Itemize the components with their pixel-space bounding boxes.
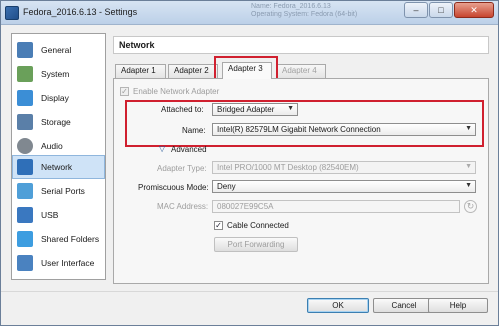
attached-to-select[interactable]: Bridged Adapter ▼ xyxy=(212,103,298,116)
display-icon xyxy=(17,90,33,106)
refresh-mac-icon[interactable]: ↻ xyxy=(464,200,477,213)
promiscuous-mode-select[interactable]: Deny ▼ xyxy=(212,180,476,193)
virtualbox-icon xyxy=(5,6,19,20)
background-info-line: Operating System: Fedora (64-bit) xyxy=(251,11,358,18)
sidebar-item-network[interactable]: Network xyxy=(12,155,105,179)
sidebar-item-serial-ports[interactable]: Serial Ports xyxy=(13,179,104,203)
sidebar-item-label: USB xyxy=(41,210,59,220)
background-window-info: Name: Fedora_2016.6.13 Operating System:… xyxy=(251,3,357,19)
sidebar-item-shared-folders[interactable]: Shared Folders xyxy=(13,227,104,251)
enable-adapter-checkbox[interactable]: ✓ xyxy=(120,87,129,96)
footer-divider xyxy=(1,291,498,292)
promiscuous-mode-label: Promiscuous Mode: xyxy=(138,183,209,192)
tab-adapter-2[interactable]: Adapter 2 xyxy=(168,64,218,78)
system-icon xyxy=(17,66,33,82)
attached-to-label: Attached to: xyxy=(161,105,204,114)
sidebar-item-general[interactable]: General xyxy=(13,38,104,62)
cancel-button[interactable]: Cancel xyxy=(373,298,435,313)
sidebar-item-usb[interactable]: USB xyxy=(13,203,104,227)
adapter-name-select[interactable]: Intel(R) 82579LM Gigabit Network Connect… xyxy=(212,123,476,136)
close-button[interactable]: ✕ xyxy=(454,2,494,18)
chevron-down-icon: ▼ xyxy=(465,182,472,189)
storage-icon xyxy=(17,114,33,130)
tab-adapter-3[interactable]: Adapter 3 xyxy=(222,62,272,79)
name-label: Name: xyxy=(182,126,206,135)
help-button[interactable]: Help xyxy=(428,298,488,313)
tab-adapter-1[interactable]: Adapter 1 xyxy=(115,64,166,78)
shared-folders-icon xyxy=(17,231,33,247)
sidebar-item-label: Shared Folders xyxy=(41,234,100,244)
settings-sidebar: General System Display Storage Audio Net… xyxy=(11,33,106,280)
promiscuous-mode-value: Deny xyxy=(217,182,236,191)
sidebar-item-user-interface[interactable]: User Interface xyxy=(13,251,104,275)
settings-window: Fedora_2016.6.13 - Settings Name: Fedora… xyxy=(0,0,499,326)
general-icon xyxy=(17,42,33,58)
sidebar-item-label: Display xyxy=(41,93,69,103)
sidebar-item-label: Storage xyxy=(41,117,71,127)
port-forwarding-button[interactable]: Port Forwarding xyxy=(214,237,298,252)
audio-icon xyxy=(17,138,33,154)
cable-connected-label: Cable Connected xyxy=(227,221,289,230)
cable-connected-checkbox[interactable]: ✓ xyxy=(214,221,223,230)
user-interface-icon xyxy=(17,255,33,271)
adapter-name-value: Intel(R) 82579LM Gigabit Network Connect… xyxy=(217,125,381,134)
chevron-down-icon: ▼ xyxy=(287,105,294,112)
chevron-down-icon: ▼ xyxy=(465,125,472,132)
tab-adapter-4[interactable]: Adapter 4 xyxy=(276,64,326,78)
window-controls: – □ ✕ xyxy=(404,2,494,18)
usb-icon xyxy=(17,207,33,223)
maximize-button[interactable]: □ xyxy=(429,2,453,18)
window-title: Fedora_2016.6.13 - Settings xyxy=(23,7,138,17)
sidebar-item-label: Network xyxy=(41,162,73,172)
chevron-down-icon: ▼ xyxy=(465,163,472,170)
mac-address-label: MAC Address: xyxy=(157,202,209,211)
sidebar-item-system[interactable]: System xyxy=(13,62,104,86)
adapter-type-select[interactable]: Intel PRO/1000 MT Desktop (82540EM) ▼ xyxy=(212,161,476,174)
adapter-type-value: Intel PRO/1000 MT Desktop (82540EM) xyxy=(217,163,359,172)
minimize-button[interactable]: – xyxy=(404,2,428,18)
page-title: Network xyxy=(113,36,489,54)
sidebar-item-display[interactable]: Display xyxy=(13,86,104,110)
advanced-chevron-icon[interactable]: ▽ xyxy=(159,144,165,153)
ok-button[interactable]: OK xyxy=(307,298,369,313)
sidebar-item-storage[interactable]: Storage xyxy=(13,110,104,134)
network-icon xyxy=(17,159,33,175)
adapter-type-label: Adapter Type: xyxy=(157,164,207,173)
background-info-line: Name: Fedora_2016.6.13 xyxy=(251,3,331,10)
sidebar-item-label: Audio xyxy=(41,141,63,151)
enable-adapter-label: Enable Network Adapter xyxy=(133,87,220,96)
serial-ports-icon xyxy=(17,183,33,199)
sidebar-item-label: User Interface xyxy=(41,258,95,268)
sidebar-item-label: General xyxy=(41,45,72,55)
sidebar-item-label: Serial Ports xyxy=(41,186,85,196)
title-bar: Fedora_2016.6.13 - Settings Name: Fedora… xyxy=(1,1,498,25)
advanced-toggle[interactable]: Advanced xyxy=(171,145,207,154)
sidebar-item-label: System xyxy=(41,69,70,79)
attached-to-value: Bridged Adapter xyxy=(217,105,275,114)
mac-address-field[interactable]: 080027E99C5A xyxy=(212,200,460,213)
